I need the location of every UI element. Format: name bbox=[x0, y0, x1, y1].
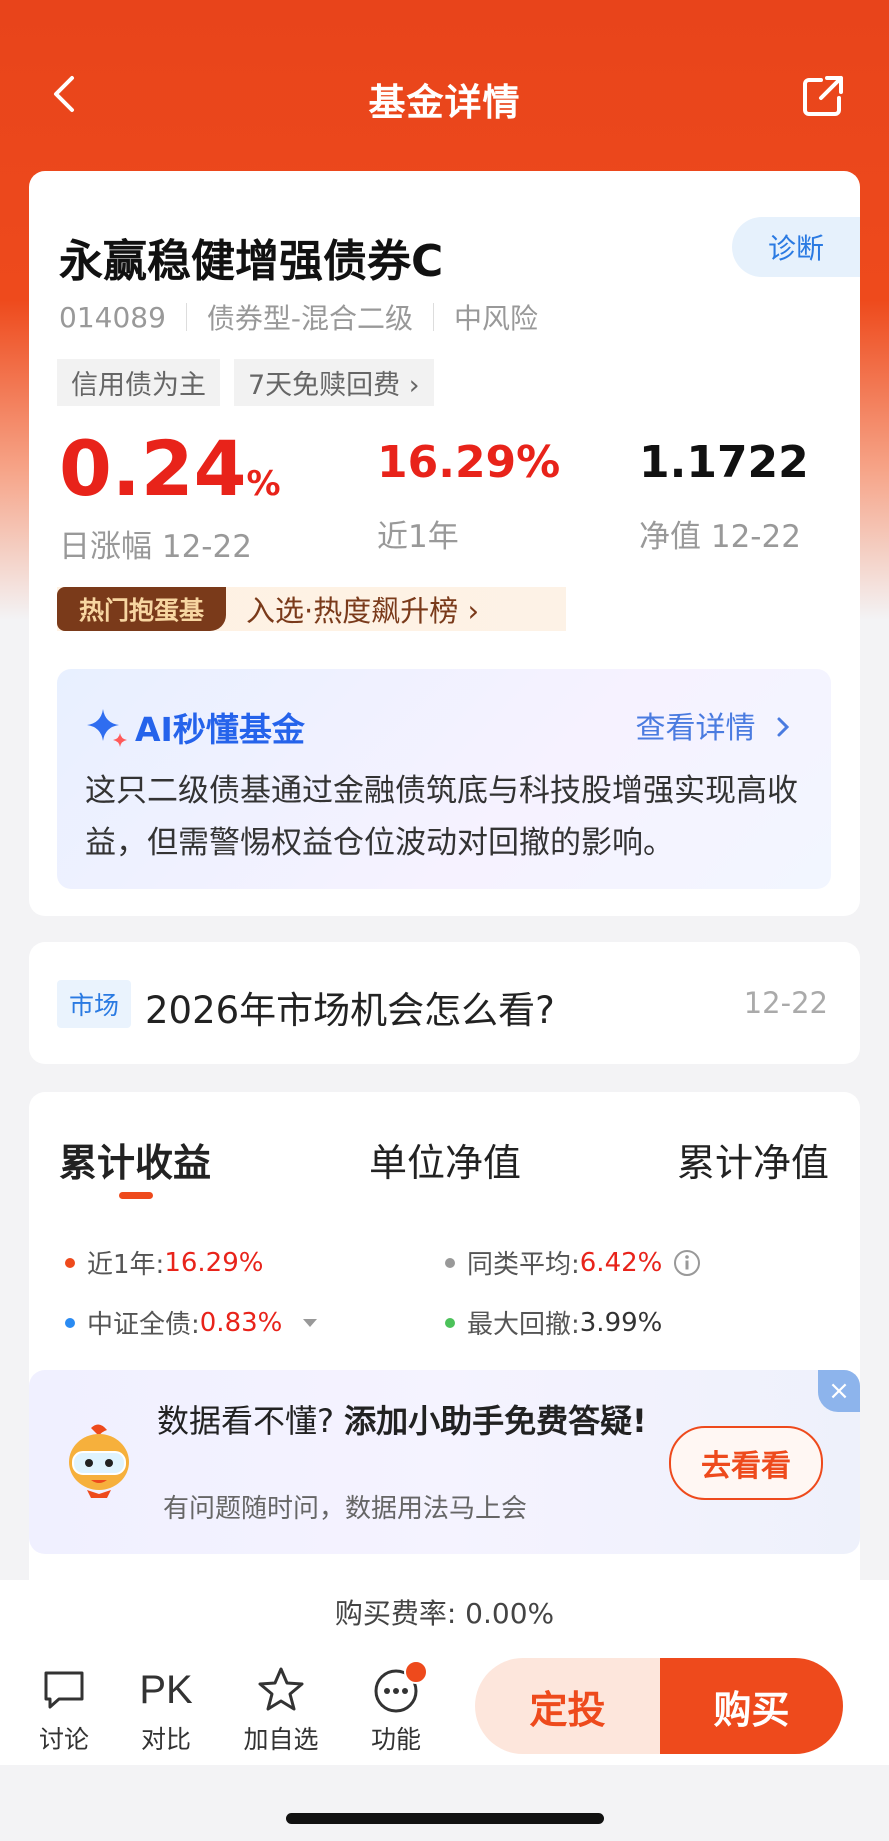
tag-credit-bond: 信用债为主 bbox=[57, 359, 220, 406]
tab-cumulative-return[interactable]: 累计收益 bbox=[59, 1132, 211, 1187]
news-tag: 市场 bbox=[57, 980, 132, 1028]
nav-bar: 基金详情 bbox=[0, 0, 889, 170]
nav-label: 净值 12-22 bbox=[639, 519, 801, 555]
fund-code: 014089 bbox=[59, 300, 166, 334]
sparkle-icon bbox=[87, 709, 127, 747]
fund-stats: 0.24% 日涨幅 12-22 16.29% 近1年 1.1722 净值 12-… bbox=[59, 431, 849, 566]
legend-dot bbox=[65, 1257, 75, 1268]
legend-dot bbox=[445, 1257, 455, 1268]
legend-dot bbox=[445, 1317, 455, 1328]
go-see-button[interactable]: 去看看 bbox=[669, 1426, 823, 1500]
daily-change-label: 日涨幅 12-22 bbox=[59, 529, 252, 565]
page-title: 基金详情 bbox=[368, 81, 521, 124]
news-card[interactable]: 市场 2026年市场机会怎么看? 12-22 bbox=[29, 942, 860, 1064]
divider bbox=[433, 303, 434, 331]
add-watchlist-button[interactable]: 加自选 bbox=[241, 1662, 321, 1756]
daily-change-value: 0.24 bbox=[59, 424, 247, 513]
mascot-icon bbox=[61, 1420, 137, 1502]
legend-label: 同类平均: bbox=[467, 1250, 580, 1280]
ai-summary-text: 这只二级债基通过金融债筑底与科技股增强实现高收益，但需警惕权益仓位波动对回撤的影… bbox=[85, 773, 798, 861]
bottom-toolbar: 讨论 PK 对比 加自选 功能 定投 购买 bbox=[0, 1648, 889, 1765]
compare-button[interactable]: PK 对比 bbox=[126, 1662, 206, 1756]
one-year-label: 近1年 bbox=[377, 519, 459, 555]
more-functions-button[interactable]: 功能 bbox=[356, 1660, 436, 1756]
news-date: 12-22 bbox=[743, 986, 828, 1020]
tab-underline bbox=[119, 1192, 153, 1199]
legend-max-drawdown: 最大回撤: 3.99% bbox=[445, 1304, 662, 1341]
star-icon bbox=[241, 1662, 321, 1718]
fund-meta: 014089 债券型-混合二级 中风险 bbox=[59, 297, 538, 337]
info-icon[interactable] bbox=[672, 1248, 702, 1278]
tab-unit-nav[interactable]: 单位净值 bbox=[369, 1132, 521, 1187]
assistant-promo-banner[interactable]: × 数据看不懂? 添加小助手免费答疑! 有问题随时问，数据用法马上会 去看看 bbox=[29, 1370, 860, 1554]
fund-summary-card: 永赢稳健增强债券C 诊断 014089 债券型-混合二级 中风险 信用债为主 7… bbox=[29, 171, 860, 916]
news-title: 2026年市场机会怎么看? bbox=[145, 989, 555, 1032]
pk-icon: PK bbox=[139, 1667, 193, 1712]
fund-risk: 中风险 bbox=[454, 302, 539, 335]
legend-value: 3.99% bbox=[579, 1307, 663, 1338]
legend-label: 中证全债: bbox=[87, 1310, 200, 1340]
home-indicator bbox=[286, 1813, 604, 1824]
purchase-fee-bar: 购买费率: 0.00% bbox=[0, 1580, 889, 1649]
ai-detail-label: 查看详情 bbox=[635, 711, 756, 746]
fund-name: 永赢稳健增强债券C bbox=[59, 236, 444, 287]
legend-peer-average: 同类平均: 6.42% bbox=[445, 1244, 702, 1281]
legend-dot bbox=[65, 1317, 75, 1328]
ai-title-text: AI秒懂基金 bbox=[135, 710, 305, 749]
caret-down-icon bbox=[303, 1318, 318, 1327]
legend-value: 0.83% bbox=[199, 1307, 283, 1338]
daily-change-unit: % bbox=[246, 464, 281, 504]
promo-title-b: 添加小助手免费答疑! bbox=[344, 1402, 647, 1440]
ai-summary-box: AI秒懂基金 查看详情 这只二级债基通过金融债筑底与科技股增强实现高收益，但需警… bbox=[57, 669, 831, 889]
close-icon[interactable]: × bbox=[818, 1370, 860, 1412]
legend-value: 6.42% bbox=[579, 1247, 663, 1278]
fund-type: 债券型-混合二级 bbox=[206, 302, 413, 335]
more-dots-icon bbox=[356, 1660, 436, 1718]
stat-one-year: 16.29% 近1年 bbox=[377, 441, 560, 556]
ai-title: AI秒懂基金 bbox=[85, 703, 305, 751]
legend-one-year: 近1年: 16.29% bbox=[65, 1244, 263, 1281]
hot-text: 入选·热度飙升榜 › bbox=[246, 594, 480, 628]
auto-invest-button[interactable]: 定投 bbox=[475, 1658, 660, 1754]
hot-ranking-banner[interactable]: 热门抱蛋基 入选·热度飙升榜 › bbox=[57, 587, 566, 631]
stat-nav: 1.1722 净值 12-22 bbox=[639, 441, 809, 556]
promo-subtitle: 有问题随时问，数据用法马上会 bbox=[163, 1494, 528, 1524]
chevron-right-icon bbox=[777, 717, 790, 737]
fund-tags: 信用债为主 7天免赎回费 › bbox=[57, 359, 434, 406]
more-label: 功能 bbox=[370, 1725, 421, 1754]
ai-detail-link[interactable]: 查看详情 bbox=[635, 703, 793, 747]
discuss-button[interactable]: 讨论 bbox=[24, 1662, 104, 1756]
legend-label: 最大回撤: bbox=[467, 1310, 580, 1340]
action-buttons: 定投 购买 bbox=[475, 1658, 843, 1754]
chart-tabs: 累计收益 单位净值 累计净值 bbox=[59, 1132, 830, 1202]
legend-label: 近1年: bbox=[87, 1250, 165, 1280]
tag-redeem-fee[interactable]: 7天免赎回费 › bbox=[234, 359, 434, 406]
share-icon[interactable] bbox=[799, 72, 847, 120]
diagnose-button[interactable]: 诊断 bbox=[732, 217, 860, 277]
legend-benchmark[interactable]: 中证全债: 0.83% bbox=[65, 1304, 320, 1341]
notification-dot bbox=[404, 1660, 428, 1684]
promo-title: 数据看不懂? 添加小助手免费答疑! bbox=[157, 1400, 677, 1442]
nav-value: 1.1722 bbox=[639, 437, 809, 488]
buy-button[interactable]: 购买 bbox=[660, 1658, 843, 1754]
divider bbox=[185, 303, 187, 331]
tab-cumulative-nav[interactable]: 累计净值 bbox=[677, 1132, 829, 1187]
stat-daily-change: 0.24% 日涨幅 12-22 bbox=[59, 431, 281, 566]
legend-value: 16.29% bbox=[164, 1247, 264, 1278]
compare-label: 对比 bbox=[140, 1725, 191, 1754]
discuss-label: 讨论 bbox=[38, 1725, 89, 1754]
one-year-value: 16.29% bbox=[377, 437, 561, 488]
hot-badge: 热门抱蛋基 bbox=[57, 587, 227, 631]
watchlist-label: 加自选 bbox=[243, 1725, 319, 1754]
promo-title-a: 数据看不懂? bbox=[157, 1402, 334, 1440]
chat-bubble-icon bbox=[24, 1662, 104, 1718]
